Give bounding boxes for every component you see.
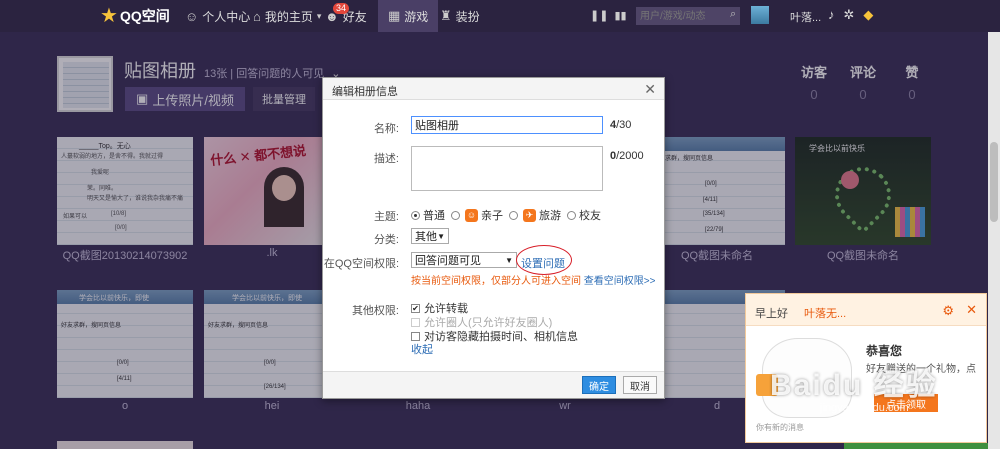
category-value: 其他 [415,231,437,243]
gear-icon[interactable]: ✲ [844,7,855,23]
album-name-input[interactable] [411,116,603,134]
permission-select[interactable]: 回答问题可见 ▼ [411,252,517,268]
star-icon: ★ [100,5,118,27]
confirm-button[interactable]: 确定 [582,376,616,394]
caret-down-icon: ▼ [437,231,445,241]
travel-icon: ✈ [523,208,536,222]
toolbar-icons: ❚❚ ▮▮ [590,9,627,22]
theme-option-label: 校友 [579,210,601,222]
dialog-footer: 确定 取消 [323,371,664,398]
desc-char-count: 0/2000 [610,150,644,162]
notification-badge: 34 [333,3,350,14]
caret-down-icon: ▼ [505,255,513,265]
theme-label: 主题: [373,211,399,223]
checkbox-checked[interactable]: ✔ [411,303,420,313]
diamond-icon[interactable]: ◆ [863,7,873,23]
checkbox-disabled [411,317,420,327]
permission-value: 回答问题可见 [415,255,481,267]
dialog-header: 编辑相册信息 ✕ [323,78,664,100]
tip-text: 按当前空间权限，仅部分人可进入空间 [411,276,581,287]
nav-label: 装扮 [455,9,480,24]
person-icon: ☺ [185,8,199,24]
gift-notification-popup: 早上好 叶落无... ⚙ ✕ 恭喜您 好友赠送的一个礼物，点 点击领取 你有新的… [745,293,987,443]
chevron-down-icon: ▾ [316,10,322,21]
dialog-title: 编辑相册信息 [332,86,398,98]
nav-label: 我的主页 [264,9,313,24]
nav-games[interactable]: ▦ 游戏 [378,0,439,32]
permission-label: 在QQ空间权限: [323,258,399,270]
option-label: 对访客隐藏拍摄时间、相机信息 [424,331,578,343]
notification-user[interactable]: 叶落无... [804,305,846,321]
claim-gift-button[interactable]: 点击领取 [874,394,938,412]
avatar[interactable] [751,6,769,24]
scrollbar-thumb[interactable] [990,142,998,222]
theme-option-label: 普通 [423,210,445,222]
desc-label: 描述: [373,153,399,165]
collapse-link[interactable]: 收起 [411,341,433,357]
theme-radio-travel[interactable] [509,210,518,220]
theme-option-label: 旅游 [539,210,561,222]
search-icon[interactable]: ⌕ [730,8,736,21]
nav-dressup[interactable]: ♜ 装扮 [440,0,480,32]
bell-icon[interactable]: ♪ [828,7,835,23]
search-input[interactable] [636,7,740,25]
gift-icon [756,374,778,396]
logo-text: QQ空间 [119,8,170,24]
notification-header: 早上好 叶落无... ⚙ ✕ [746,294,986,326]
checkbox-unchecked[interactable] [411,331,420,341]
pause-icon[interactable]: ❚❚ [590,9,608,22]
theme-option-label: 亲子 [481,210,503,222]
name-char-count: 4/30 [610,119,631,131]
close-icon[interactable]: ✕ [966,302,977,318]
highlight-circle [516,245,572,275]
option-hide-exif[interactable]: 对访客隐藏拍摄时间、相机信息 [411,328,578,344]
bars-icon[interactable]: ▮▮ [614,9,626,22]
qzone-logo[interactable]: ★ QQ空间 [100,5,170,27]
cancel-button[interactable]: 取消 [623,376,657,394]
theme-radio-family[interactable] [451,210,460,220]
notification-footer: 你有新的消息 [756,423,804,432]
congrats-text: 恭喜您 [866,344,903,358]
family-icon: ☺ [465,208,478,222]
theme-radio-normal[interactable] [411,210,420,220]
theme-radio-group: 普通 ☺ 亲子 ✈ 旅游 校友 [411,207,601,223]
permission-tip: 按当前空间权限，仅部分人可进入空间 查看空间权限>> [411,272,655,287]
nav-friends[interactable]: ☻ 34 好友 [325,0,367,32]
shirt-icon: ♜ [440,8,452,23]
album-description-input[interactable] [411,146,603,191]
theme-radio-alumni[interactable] [567,210,576,220]
nav-my-homepage[interactable]: ⌂ 我的主页 ▾ [253,0,325,32]
top-nav-bar: ★ QQ空间 ☺ 个人中心 ⌂ 我的主页 ▾ ☻ 34 好友 ▦ 游戏 ♜ 装扮… [0,0,1000,32]
name-label: 名称: [373,123,399,135]
gift-message: 好友赠送的一个礼物，点 [866,364,976,375]
nav-label: 个人中心 [202,9,251,24]
nav-personal-center[interactable]: ☺ 个人中心 [185,0,250,32]
name-count-max: /30 [616,119,632,131]
edit-album-dialog: 编辑相册信息 ✕ 名称: 4/30 描述: 0/2000 主题: 普通 ☺ 亲子… [322,77,665,399]
page-scrollbar[interactable] [988,32,1000,449]
other-permission-label: 其他权限: [351,305,399,317]
grid-icon: ▦ [388,8,401,23]
home-icon: ⌂ [253,8,261,24]
gear-icon[interactable]: ⚙ [942,303,954,319]
category-select[interactable]: 其他 ▼ [411,228,449,244]
nav-label: 游戏 [404,9,429,24]
topbar-right-icons: ♪ ✲ ◆ [828,7,873,23]
desc-count-max: /2000 [616,150,644,162]
close-icon[interactable]: ✕ [644,81,656,98]
greeting-text: 早上好 [755,308,788,320]
user-name[interactable]: 叶落... [790,9,821,25]
view-space-permission-link[interactable]: 查看空间权限>> [584,276,656,287]
status-strip [844,443,988,449]
category-label: 分类: [373,234,399,246]
